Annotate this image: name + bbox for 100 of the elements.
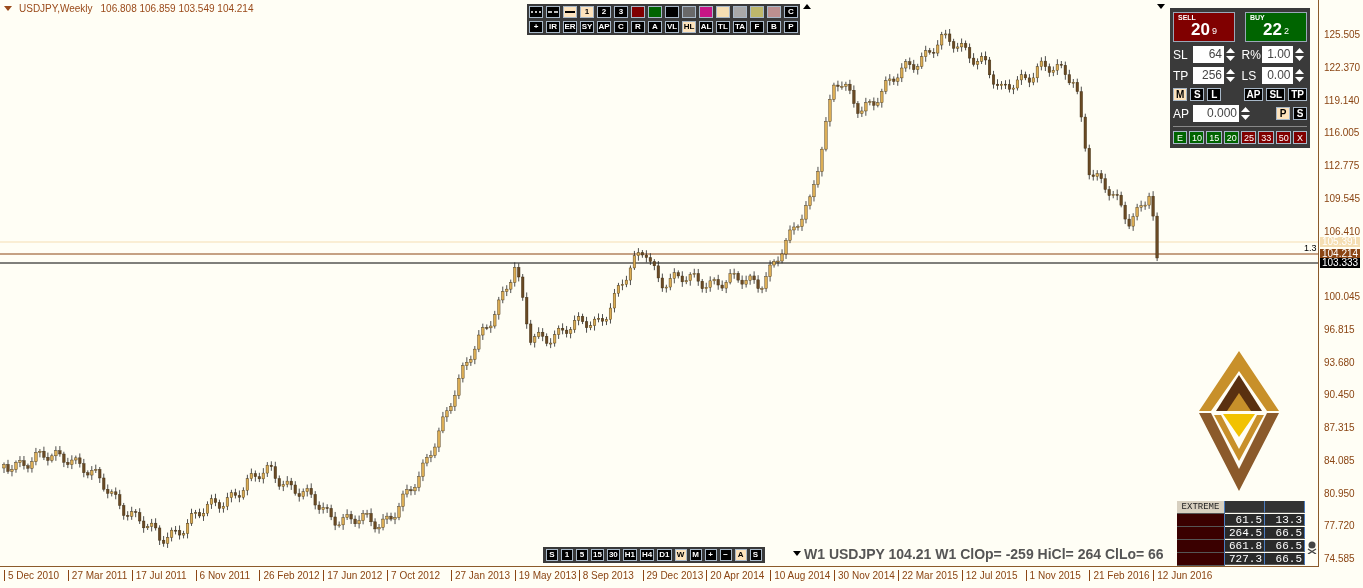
line-width-button[interactable]: 3 xyxy=(614,6,628,18)
date-label: 20 Apr 2014 xyxy=(706,570,765,581)
date-label: 8 Sep 2013 xyxy=(578,570,634,581)
field-label: R% xyxy=(1241,47,1260,62)
close-percent-button[interactable]: 50 xyxy=(1275,131,1291,144)
price-tag: 105.391 xyxy=(1320,237,1361,247)
field-label: LS xyxy=(1241,68,1258,83)
ap-button[interactable]: P xyxy=(1276,107,1290,120)
price-label: 119.140 xyxy=(1324,94,1360,107)
field-label: TP xyxy=(1173,68,1190,83)
date-label: 1 Nov 2015 xyxy=(1025,570,1081,581)
timeframe-button[interactable]: M xyxy=(689,549,702,561)
table-header: EXTREME xyxy=(1177,501,1225,514)
clear-button[interactable]: C xyxy=(784,6,798,18)
timeframe-button[interactable]: 15 xyxy=(591,549,604,561)
timeframe-button[interactable]: A xyxy=(734,549,747,561)
timeframe-button[interactable]: 30 xyxy=(606,549,620,561)
tool-button[interactable]: VL xyxy=(665,21,679,33)
tool-button[interactable]: B xyxy=(767,21,781,33)
date-label: 29 Dec 2013 xyxy=(642,570,704,581)
price-label: 84.085 xyxy=(1324,454,1355,467)
price-label: 109.545 xyxy=(1324,192,1361,205)
price-tag: 104.214 xyxy=(1320,249,1361,259)
number-field[interactable]: 64 xyxy=(1193,46,1224,63)
date-label: 27 Jan 2013 xyxy=(450,570,510,581)
timeframe-button[interactable]: H4 xyxy=(640,549,655,561)
tool-button[interactable]: IR xyxy=(546,21,560,33)
mode-button[interactable]: M xyxy=(1173,88,1188,101)
close-percent-button[interactable]: 25 xyxy=(1241,131,1257,144)
close-percent-button[interactable]: 20 xyxy=(1223,131,1239,144)
close-percent-button[interactable]: 33 xyxy=(1258,131,1274,144)
tool-button[interactable]: ER xyxy=(563,21,577,33)
tool-button[interactable]: TL xyxy=(716,21,730,33)
date-label: 21 Feb 2016 xyxy=(1089,570,1150,581)
line-width-button[interactable]: 1 xyxy=(580,6,594,18)
tool-button[interactable]: HL xyxy=(682,21,696,33)
timeframe-button[interactable]: 5 xyxy=(576,549,588,561)
date-label: 26 Feb 2012 xyxy=(259,570,320,581)
tool-button[interactable]: AP xyxy=(597,21,611,33)
date-label: 10 Aug 2014 xyxy=(770,570,831,581)
close-percent-button[interactable]: E xyxy=(1173,131,1187,144)
date-label: 27 Mar 2011 xyxy=(67,570,128,581)
tool-button[interactable]: + xyxy=(529,21,543,33)
ap-button[interactable]: S xyxy=(1293,107,1307,120)
tool-button[interactable]: SY xyxy=(580,21,594,33)
table-cell: 727.3 xyxy=(1225,553,1265,565)
date-label: 17 Jun 2012 xyxy=(323,570,383,581)
price-label: 96.815 xyxy=(1324,323,1355,336)
price-label: 106.410 xyxy=(1324,225,1361,237)
date-label: 5 Dec 2010 xyxy=(4,570,60,581)
price-label: 87.315 xyxy=(1324,422,1355,434)
mode-button[interactable]: L xyxy=(1207,88,1222,101)
tool-button[interactable]: TA xyxy=(733,21,747,33)
timeframe-button[interactable]: W xyxy=(674,549,687,561)
tool-button[interactable]: AL xyxy=(699,21,713,33)
table-cell: 264.5 xyxy=(1225,527,1265,539)
timeframe-button[interactable]: 1 xyxy=(561,549,573,561)
number-field[interactable]: 0.00 xyxy=(1261,67,1293,84)
timeframe-button[interactable]: S xyxy=(749,549,762,561)
ohlc-values: 106.808 106.859 103.549 104.214 xyxy=(100,3,254,14)
number-field[interactable]: 1.00 xyxy=(1261,46,1293,63)
price-label: 112.775 xyxy=(1324,160,1360,172)
date-label: 30 Nov 2014 xyxy=(834,570,895,581)
price-label: 74.585 xyxy=(1324,553,1355,565)
timeframe-button[interactable]: − xyxy=(719,549,732,561)
table-cell: 61.5 xyxy=(1225,514,1265,526)
line-button[interactable]: TP xyxy=(1288,88,1307,101)
price-label: 122.370 xyxy=(1324,61,1361,74)
table-cell: 66.5 xyxy=(1265,527,1305,539)
tool-button[interactable]: P xyxy=(784,21,798,33)
price-label: 100.045 xyxy=(1324,291,1361,303)
field-label: AP xyxy=(1173,106,1190,121)
table-cell: 661.8 xyxy=(1225,540,1265,552)
line-button[interactable]: AP xyxy=(1243,88,1264,101)
close-percent-button[interactable]: X xyxy=(1292,131,1307,144)
date-label: 12 Jul 2015 xyxy=(961,570,1018,581)
price-label: 116.005 xyxy=(1324,127,1360,140)
mode-button[interactable]: S xyxy=(1190,88,1205,101)
price-label: 77.720 xyxy=(1324,520,1355,533)
timeframe-button[interactable]: S xyxy=(546,549,558,561)
date-label: 7 Oct 2012 xyxy=(387,570,440,581)
date-label: 6 Nov 2011 xyxy=(195,570,250,581)
price-tag: 103.333 xyxy=(1320,258,1361,268)
number-field[interactable]: 0.000 xyxy=(1193,105,1239,122)
close-percent-button[interactable]: 10 xyxy=(1189,131,1205,144)
tool-button[interactable]: C xyxy=(614,21,628,33)
tool-button[interactable]: F xyxy=(750,21,764,33)
price-label: 125.505 xyxy=(1324,29,1361,41)
table-cell: 66.5 xyxy=(1265,540,1305,552)
field-label: SL xyxy=(1173,47,1189,62)
tool-button[interactable]: R xyxy=(631,21,645,33)
timeframe-button[interactable]: D1 xyxy=(657,549,672,561)
price-label: 93.680 xyxy=(1324,356,1355,369)
timeframe-button[interactable]: + xyxy=(704,549,717,561)
close-percent-button[interactable]: 15 xyxy=(1206,131,1222,144)
tool-button[interactable]: A xyxy=(648,21,662,33)
number-field[interactable]: 256 xyxy=(1193,67,1224,84)
line-width-button[interactable]: 2 xyxy=(597,6,611,18)
timeframe-button[interactable]: H1 xyxy=(622,549,638,561)
line-button[interactable]: SL xyxy=(1266,88,1286,101)
